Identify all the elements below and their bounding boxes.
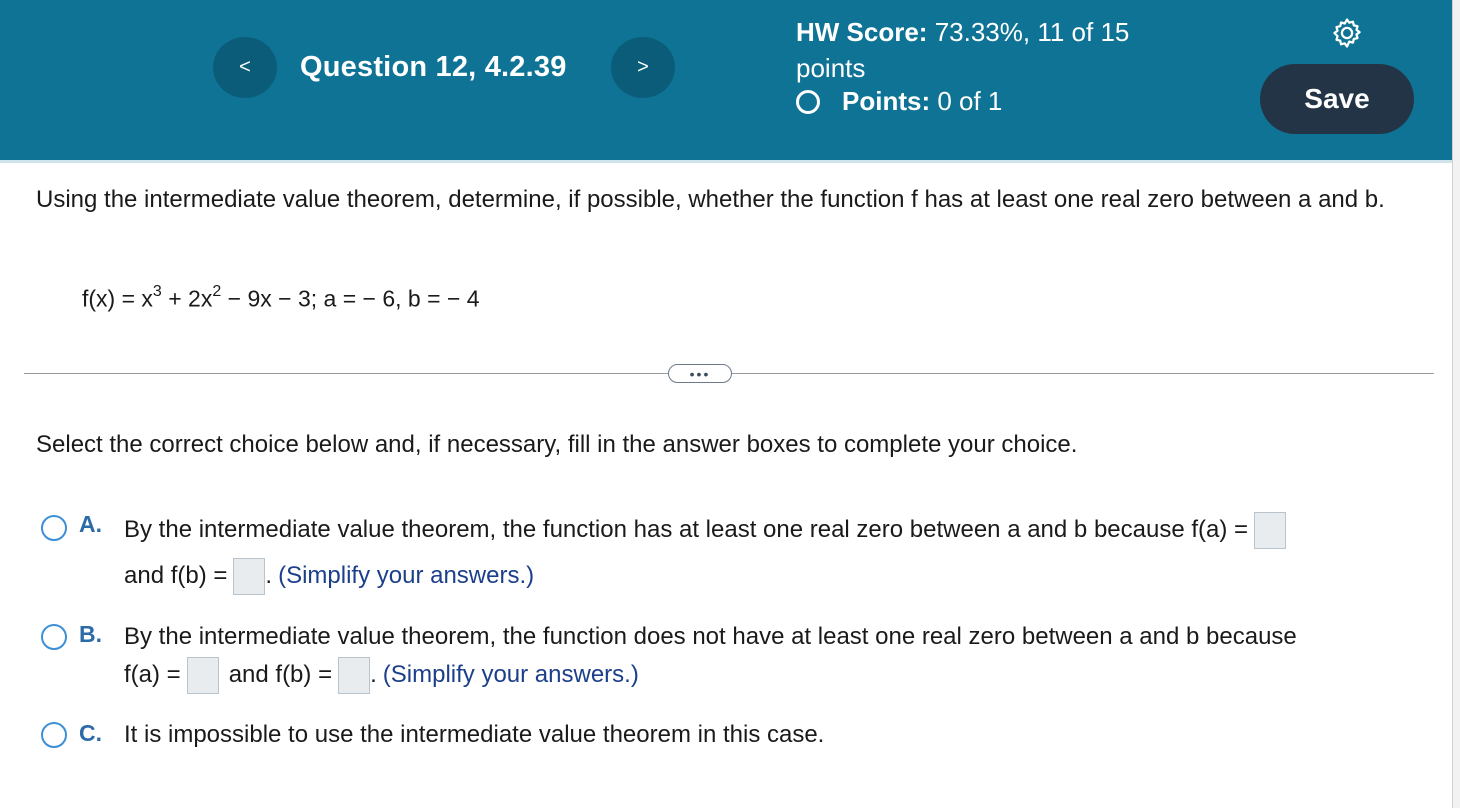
points-value: 0 of 1	[937, 86, 1003, 116]
more-options-button[interactable]: •••	[668, 364, 732, 383]
formula-mid: + 2x	[161, 285, 213, 312]
choice-a-fb-input[interactable]	[233, 557, 266, 595]
chevron-left-icon: <	[239, 56, 251, 78]
choice-c-radio[interactable]	[41, 722, 67, 748]
choice-a-line1: By the intermediate value theorem, the f…	[124, 511, 1287, 549]
choice-a-fa-input[interactable]	[1254, 511, 1287, 549]
choice-a-text2: and f(b) =	[124, 562, 228, 589]
question-prompt: Using the intermediate value theorem, de…	[36, 186, 1385, 213]
formula-exponent-2: 2	[212, 283, 222, 300]
next-question-button[interactable]: >	[611, 37, 675, 98]
choice-b-fa-input[interactable]	[186, 656, 219, 694]
question-title: Question 12, 4.2.39	[300, 51, 567, 83]
gear-icon[interactable]	[1330, 16, 1364, 50]
choice-b-radio[interactable]	[41, 624, 67, 650]
choice-b-text3: and f(b) =	[228, 661, 333, 688]
choice-a-period: .	[265, 562, 273, 589]
formula-rest: − 9x − 3; a = − 6, b = − 4	[221, 285, 480, 312]
question-points: Points: 0 of 1	[796, 86, 1002, 117]
choice-b-text2: f(a) =	[124, 661, 181, 688]
choice-b-hint: (Simplify your answers.)	[382, 661, 639, 688]
hw-score-value: 73.33%, 11 of 15	[934, 17, 1130, 47]
choice-b-line1: By the intermediate value theorem, the f…	[124, 618, 1297, 656]
choice-c-line1: It is impossible to use the intermediate…	[124, 716, 824, 754]
points-label: Points:	[842, 86, 931, 116]
hw-score: HW Score: 73.33%, 11 of 15 points	[796, 14, 1196, 86]
choice-b-line2: f(a) = and f(b) = . (Simplify your answe…	[124, 655, 639, 695]
choice-a-radio[interactable]	[41, 515, 67, 541]
question-header: < Question 12, 4.2.39 > HW Score: 73.33%…	[0, 0, 1452, 163]
choice-b-letter: B.	[79, 621, 102, 647]
formula-lhs: f(x) = x	[82, 285, 153, 312]
chevron-right-icon: >	[637, 56, 649, 78]
choice-b-text: By the intermediate value theorem, the f…	[124, 623, 1297, 650]
hw-score-unit: points	[796, 53, 866, 83]
choice-a-text: By the intermediate value theorem, the f…	[124, 516, 1249, 543]
save-button[interactable]: Save	[1260, 64, 1414, 134]
choice-a-letter: A.	[79, 511, 102, 537]
scrollbar-track[interactable]	[1452, 0, 1460, 808]
choice-b-fb-input[interactable]	[338, 656, 371, 694]
choice-a-hint: (Simplify your answers.)	[278, 562, 535, 589]
points-status-icon	[796, 89, 820, 114]
function-formula: f(x) = x3 + 2x2 − 9x − 3; a = − 6, b = −…	[82, 283, 480, 313]
previous-question-button[interactable]: <	[213, 37, 277, 98]
choice-a-line2: and f(b) = . (Simplify your answers.)	[124, 557, 534, 595]
choice-c-letter: C.	[79, 720, 102, 746]
hw-score-label: HW Score:	[796, 17, 928, 47]
choice-c-text: It is impossible to use the intermediate…	[124, 721, 825, 748]
instruction-text: Select the correct choice below and, if …	[36, 431, 1078, 458]
formula-exponent-3: 3	[152, 283, 162, 300]
choice-b-period: .	[370, 661, 377, 688]
